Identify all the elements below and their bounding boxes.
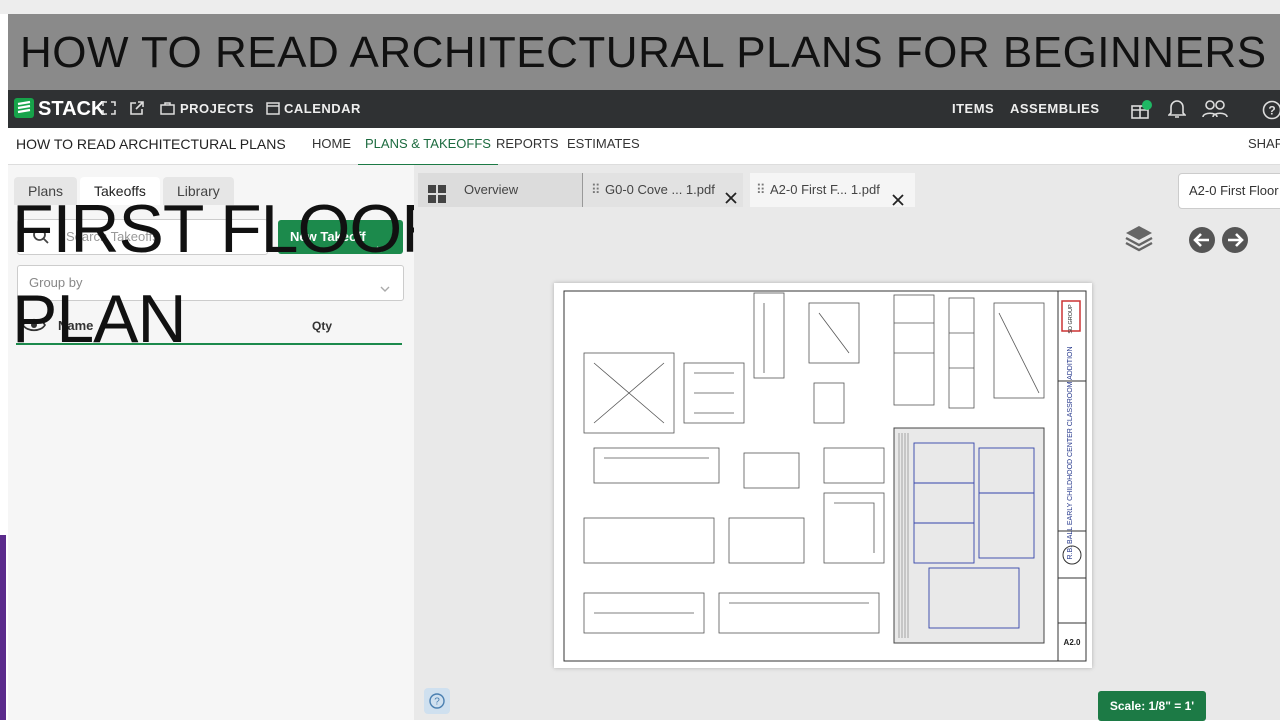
tab-reports[interactable]: REPORTS: [496, 128, 559, 164]
close-icon[interactable]: [725, 183, 737, 217]
nav-assemblies[interactable]: ASSEMBLIES: [1010, 90, 1100, 128]
overlay-caption-line1: FIRST FLOOR: [12, 190, 449, 268]
chevron-down-icon: [380, 280, 390, 298]
help-icon[interactable]: ?: [1262, 100, 1280, 125]
calendar-icon: [266, 101, 280, 120]
plan-sheet[interactable]: R.B. BALL EARLY CHILDHOOD CENTER CLASSRO…: [554, 283, 1092, 668]
share-button[interactable]: SHAR: [1248, 128, 1280, 164]
plan-viewer: Overview ⠿ G0-0 Cove ... 1.pdf ⠿ A2-0 Fi…: [414, 165, 1280, 720]
column-qty[interactable]: Qty: [312, 319, 332, 333]
close-icon[interactable]: [892, 185, 904, 219]
drag-handle-icon[interactable]: ⠿: [756, 173, 766, 207]
file-tabs: Overview ⠿ G0-0 Cove ... 1.pdf ⠿ A2-0 Fi…: [414, 173, 1280, 209]
bell-icon[interactable]: [1168, 99, 1186, 124]
nav-projects[interactable]: PROJECTS: [180, 90, 254, 128]
tab-plans-takeoffs[interactable]: PLANS & TAKEOFFS: [358, 128, 498, 166]
project-title: HOW TO READ ARCHITECTURAL PLANS: [16, 128, 286, 164]
sheet-number: A2.0: [1064, 638, 1081, 647]
project-subheader: HOW TO READ ARCHITECTURAL PLANS HOME PLA…: [8, 128, 1280, 165]
layers-icon[interactable]: [1124, 223, 1154, 258]
next-sheet-icon[interactable]: [1221, 226, 1249, 259]
help-button[interactable]: ?: [424, 688, 450, 714]
nav-calendar[interactable]: CALENDAR: [284, 90, 361, 128]
overlay-caption-line2: PLAN: [12, 280, 186, 358]
tab-g0-cover[interactable]: ⠿ G0-0 Cove ... 1.pdf: [582, 173, 743, 207]
external-link-icon[interactable]: [129, 100, 145, 121]
stack-logo-text[interactable]: STACK: [38, 90, 105, 128]
tab-g0-label: G0-0 Cove ... 1.pdf: [605, 173, 715, 207]
users-icon[interactable]: [1202, 100, 1228, 123]
tab-overview[interactable]: Overview: [418, 173, 608, 207]
drag-handle-icon[interactable]: ⠿: [591, 173, 601, 207]
briefcase-icon: [160, 101, 175, 120]
svg-text:?: ?: [434, 697, 440, 708]
tab-a2-label: A2-0 First F... 1.pdf: [770, 173, 880, 207]
app-navbar: STACK PROJECTS CALENDAR ITEMS ASSEMBLIES…: [8, 90, 1280, 128]
previous-sheet-icon[interactable]: [1188, 226, 1216, 259]
nav-items[interactable]: ITEMS: [952, 90, 994, 128]
tab-home[interactable]: HOME: [312, 128, 351, 164]
stack-logo-icon: [14, 98, 34, 118]
svg-text:?: ?: [1268, 104, 1275, 118]
plan-drawing: R.B. BALL EARLY CHILDHOOD CENTER CLASSRO…: [554, 283, 1092, 668]
video-title: HOW TO READ ARCHITECTURAL PLANS FOR BEGI…: [20, 28, 1267, 78]
tab-a2-first-floor[interactable]: ⠿ A2-0 First F... 1.pdf: [750, 173, 915, 207]
question-icon: ?: [424, 688, 450, 714]
tab-estimates[interactable]: ESTIMATES: [567, 128, 640, 164]
expand-icon[interactable]: [102, 101, 116, 120]
titleblock-firm: SD GROUP: [1068, 304, 1074, 334]
titleblock-project: R.B. BALL EARLY CHILDHOOD CENTER CLASSRO…: [1067, 346, 1074, 559]
video-edge-accent: [0, 535, 6, 720]
grid-icon: [428, 182, 446, 216]
tab-overview-label: Overview: [464, 173, 518, 207]
top-strip: [0, 0, 1280, 14]
sheet-select[interactable]: A2-0 First Floor: [1178, 173, 1280, 209]
scale-badge[interactable]: Scale: 1/8" = 1': [1098, 691, 1206, 721]
gift-icon[interactable]: [1130, 99, 1152, 124]
